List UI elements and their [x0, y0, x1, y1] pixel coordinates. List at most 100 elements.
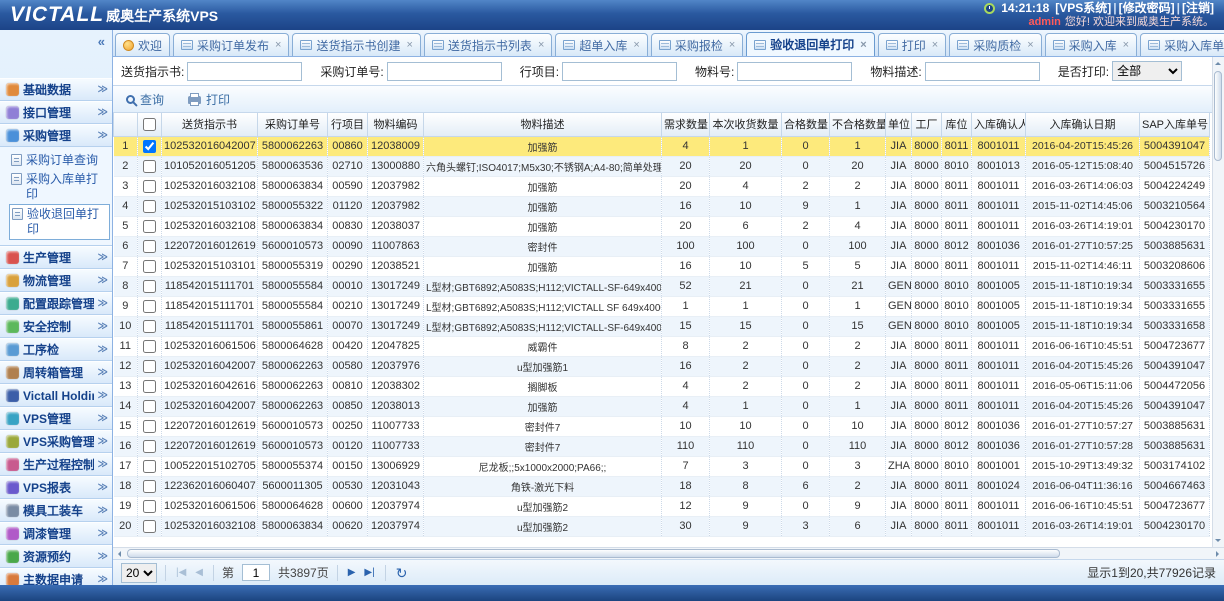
sidebar-item-purchase-receipt-print[interactable]: 采购入库单打印: [9, 170, 110, 204]
close-icon[interactable]: ×: [406, 39, 412, 51]
column-header-unqualified-qty[interactable]: 不合格数量: [830, 113, 886, 136]
tab-purchase-receipt-print[interactable]: 采购入库单打印×: [1140, 33, 1224, 56]
table-row[interactable]: 1512207201601261956000105730025011007733…: [114, 416, 1210, 436]
next-page-button[interactable]: ▶: [346, 567, 358, 578]
tab-print[interactable]: 打印×: [878, 33, 946, 56]
row-checkbox[interactable]: [143, 340, 156, 353]
select-all-checkbox[interactable]: [143, 118, 156, 131]
column-header-confirmer[interactable]: 入库确认人: [972, 113, 1026, 136]
scroll-up-icon[interactable]: [1213, 57, 1224, 69]
table-row[interactable]: 1710052201510270558000553740015013006929…: [114, 456, 1210, 476]
print-filter-select[interactable]: 全部: [1112, 61, 1182, 81]
table-row[interactable]: 612207201601261956000105730009011007863密…: [114, 236, 1210, 256]
column-header-material-desc[interactable]: 物料描述: [424, 113, 662, 136]
row-checkbox[interactable]: [143, 360, 156, 373]
row-checkbox[interactable]: [143, 160, 156, 173]
tab-over-receipt[interactable]: 超单入库×: [555, 33, 647, 56]
sidebar-group-paint-mgmt[interactable]: 调漆管理≫: [0, 522, 112, 545]
tab-purchase-quality-check[interactable]: 采购质检×: [949, 33, 1041, 56]
sidebar-group-process-inspection[interactable]: 工序检≫: [0, 338, 112, 361]
close-icon[interactable]: ×: [1123, 39, 1129, 51]
column-header-plant[interactable]: 工厂: [912, 113, 942, 136]
table-row[interactable]: 210105201605120558000635360271013000880六…: [114, 156, 1210, 176]
sidebar-group-vps-mgmt[interactable]: VPS管理≫: [0, 407, 112, 430]
tab-purchase-order-release[interactable]: 采购订单发布×: [173, 33, 289, 56]
row-checkbox[interactable]: [143, 220, 156, 233]
close-icon[interactable]: ×: [1027, 39, 1033, 51]
column-header-received-qty[interactable]: 本次收货数量: [710, 113, 782, 136]
close-icon[interactable]: ×: [932, 39, 938, 51]
sidebar-group-purchase-mgmt[interactable]: 采购管理≫: [0, 124, 112, 147]
row-checkbox[interactable]: [143, 440, 156, 453]
page-size-select[interactable]: 20: [121, 563, 157, 583]
table-row[interactable]: 911854201511170158000555840021013017249L…: [114, 296, 1210, 316]
column-header-demand-qty[interactable]: 需求数量: [662, 113, 710, 136]
row-checkbox[interactable]: [143, 300, 156, 313]
tab-purchase-inspection-report[interactable]: 采购报检×: [651, 33, 743, 56]
sidebar-group-victall-holding[interactable]: Victall Holding≫: [0, 384, 112, 407]
table-row[interactable]: 1011854201511170158000558610007013017249…: [114, 316, 1210, 336]
table-row[interactable]: 310253201603210858000638340059012037982加…: [114, 176, 1210, 196]
sidebar-group-vps-reports[interactable]: VPS报表≫: [0, 476, 112, 499]
column-header-material-code[interactable]: 物料编码: [368, 113, 424, 136]
column-header-confirm-date[interactable]: 入库确认日期: [1026, 113, 1140, 136]
table-row[interactable]: 510253201603210858000638340083012038037加…: [114, 216, 1210, 236]
tab-purchase-receipt[interactable]: 采购入库×: [1045, 33, 1137, 56]
sidebar-group-master-data-request[interactable]: 主数据申请≫: [0, 568, 112, 585]
sidebar-group-basic-data[interactable]: 基础数据≫: [0, 78, 112, 101]
table-row[interactable]: 1110253201606150658000646280042012047825…: [114, 336, 1210, 356]
first-page-button[interactable]: |◀: [174, 567, 188, 578]
row-checkbox[interactable]: [143, 380, 156, 393]
column-header-storage-bin[interactable]: 库位: [942, 113, 972, 136]
prev-page-button[interactable]: ◀: [193, 567, 205, 578]
close-icon[interactable]: ×: [275, 39, 281, 51]
table-row[interactable]: 1410253201604200758000622630085012038013…: [114, 396, 1210, 416]
sidebar-group-production-mgmt[interactable]: 生产管理≫: [0, 246, 112, 269]
tab-welcome[interactable]: 欢迎: [115, 33, 170, 56]
sidebar-collapse-button[interactable]: «: [98, 34, 105, 49]
header-link-logout[interactable]: [注销]: [1182, 1, 1214, 15]
scroll-down-icon[interactable]: [1213, 535, 1224, 547]
row-checkbox[interactable]: [143, 260, 156, 273]
sidebar-group-logistics-mgmt[interactable]: 物流管理≫: [0, 269, 112, 292]
sidebar-item-acceptance-return-print[interactable]: 验收退回单打印: [9, 204, 110, 240]
column-header-delivery-note[interactable]: 送货指示书: [162, 113, 258, 136]
tab-delivery-note-list[interactable]: 送货指示书列表×: [424, 33, 552, 56]
table-row[interactable]: 1910253201606150658000646280060012037974…: [114, 496, 1210, 516]
vertical-scroll-thumb[interactable]: [1214, 71, 1222, 161]
table-row[interactable]: 1310253201604261658000622630081012038302…: [114, 376, 1210, 396]
horizontal-scroll-thumb[interactable]: [127, 549, 1060, 558]
tab-acceptance-return-print[interactable]: 验收退回单打印×: [746, 32, 874, 56]
table-row[interactable]: 811854201511170158000555840001013017249L…: [114, 276, 1210, 296]
table-row[interactable]: 2010253201603210858000638340062012037974…: [114, 516, 1210, 536]
tab-delivery-note-create[interactable]: 送货指示书创建×: [292, 33, 420, 56]
column-header-unit[interactable]: 单位: [886, 113, 912, 136]
close-icon[interactable]: ×: [860, 39, 866, 51]
row-checkbox[interactable]: [143, 320, 156, 333]
sidebar-group-mold-tooling-cart[interactable]: 模具工装车≫: [0, 499, 112, 522]
close-icon[interactable]: ×: [633, 39, 639, 51]
scroll-left-icon[interactable]: [113, 548, 125, 559]
print-button[interactable]: 打印: [183, 89, 235, 110]
table-row[interactable]: 710253201510310158000553190029012038521加…: [114, 256, 1210, 276]
column-header-sap-receipt-no[interactable]: SAP入库单号: [1140, 113, 1210, 136]
column-header-qualified-qty[interactable]: 合格数量: [782, 113, 830, 136]
filter-input-material-desc[interactable]: [925, 62, 1040, 81]
filter-input-purchase-order-no[interactable]: [387, 62, 502, 81]
sidebar-item-purchase-order-query[interactable]: 采购订单查询: [9, 151, 110, 170]
sidebar-group-security-control[interactable]: 安全控制≫: [0, 315, 112, 338]
row-checkbox[interactable]: [143, 140, 156, 153]
sidebar-group-production-process-control[interactable]: 生产过程控制≫: [0, 453, 112, 476]
row-checkbox[interactable]: [143, 400, 156, 413]
page-number-input[interactable]: [242, 564, 270, 581]
row-checkbox[interactable]: [143, 460, 156, 473]
header-link-change-password[interactable]: [修改密码]: [1119, 1, 1175, 15]
row-checkbox[interactable]: [143, 180, 156, 193]
row-checkbox[interactable]: [143, 240, 156, 253]
sidebar-group-resource-reservation[interactable]: 资源预约≫: [0, 545, 112, 568]
column-header-line-item[interactable]: 行项目: [328, 113, 368, 136]
horizontal-scrollbar[interactable]: [113, 547, 1224, 559]
table-row[interactable]: 110253201604200758000622630086012038009加…: [114, 136, 1210, 156]
header-link-vps-system[interactable]: [VPS系统]: [1055, 1, 1111, 15]
row-checkbox[interactable]: [143, 200, 156, 213]
